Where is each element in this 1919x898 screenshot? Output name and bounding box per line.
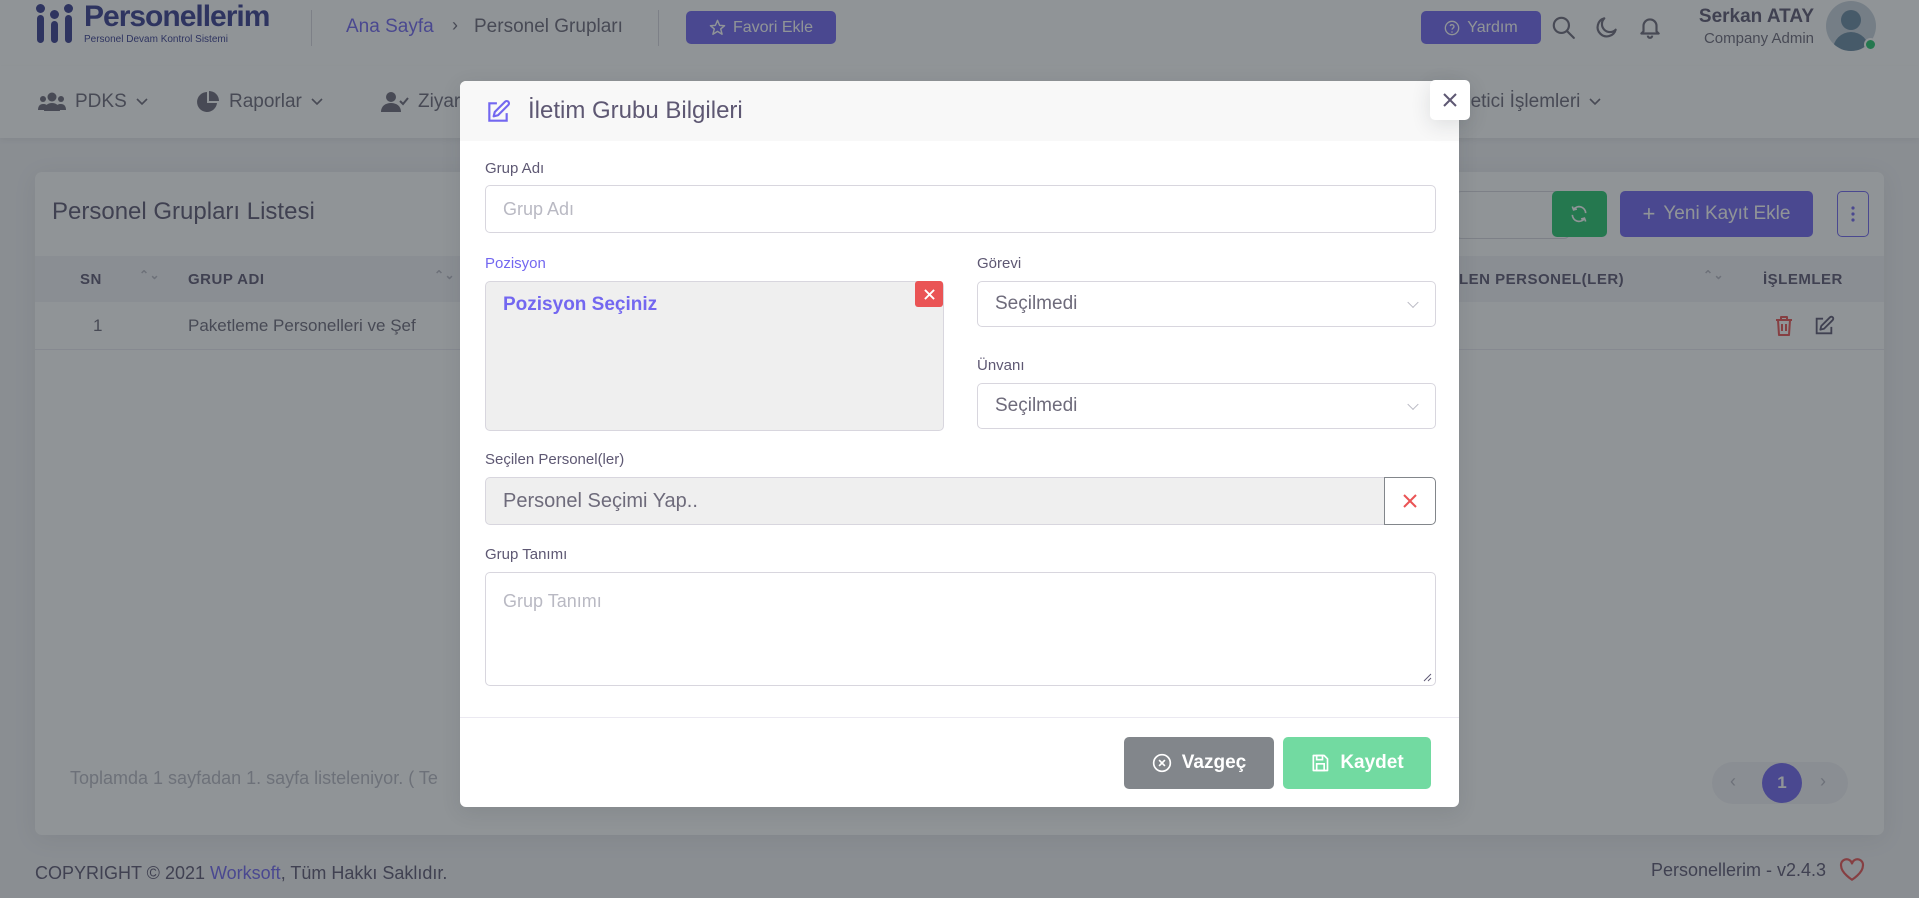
chevron-down-icon — [1407, 296, 1419, 309]
duty-select[interactable]: Seçilmedi — [977, 281, 1436, 327]
save-label: Kaydet — [1340, 752, 1404, 773]
resize-handle-icon[interactable] — [1422, 672, 1432, 682]
staff-picker-input[interactable]: Personel Seçimi Yap.. — [485, 477, 1385, 525]
staff-clear-button[interactable] — [1384, 477, 1436, 525]
title-value: Seçilmedi — [995, 395, 1078, 416]
group-desc-placeholder: Grup Tanımı — [503, 591, 602, 611]
group-name-label: Grup Adı — [485, 160, 545, 177]
position-multiselect[interactable]: Pozisyon Seçiniz — [485, 281, 944, 431]
title-label: Ünvanı — [977, 357, 1025, 374]
group-desc-label: Grup Tanımı — [485, 546, 568, 563]
group-name-input[interactable]: Grup Adı — [485, 185, 1436, 233]
modal-header: İletim Grubu Bilgileri — [460, 81, 1459, 141]
modal-title: İletim Grubu Bilgileri — [528, 97, 743, 124]
close-icon — [1403, 494, 1417, 508]
chevron-down-icon — [1407, 398, 1419, 411]
divider — [460, 717, 1459, 718]
duty-label: Görevi — [977, 255, 1022, 272]
cancel-button[interactable]: Vazgeç — [1124, 737, 1274, 789]
save-icon — [1312, 754, 1329, 772]
save-button[interactable]: Kaydet — [1283, 737, 1431, 789]
position-placeholder: Pozisyon Seçiniz — [503, 294, 658, 315]
position-label: Pozisyon — [485, 255, 546, 272]
group-info-modal: İletim Grubu Bilgileri Grup Adı Grup Adı… — [460, 80, 1470, 807]
x-circle-icon — [1152, 753, 1171, 773]
cancel-label: Vazgeç — [1181, 752, 1247, 773]
position-clear-button[interactable] — [915, 281, 943, 307]
title-select[interactable]: Seçilmedi — [977, 383, 1436, 429]
close-icon — [1443, 93, 1457, 107]
group-desc-textarea[interactable]: Grup Tanımı — [485, 572, 1436, 686]
edit-icon — [488, 100, 510, 122]
close-icon — [923, 288, 935, 300]
duty-value: Seçilmedi — [995, 293, 1078, 314]
selected-staff-label: Seçilen Personel(ler) — [485, 451, 625, 468]
modal-close-button[interactable] — [1430, 80, 1470, 120]
